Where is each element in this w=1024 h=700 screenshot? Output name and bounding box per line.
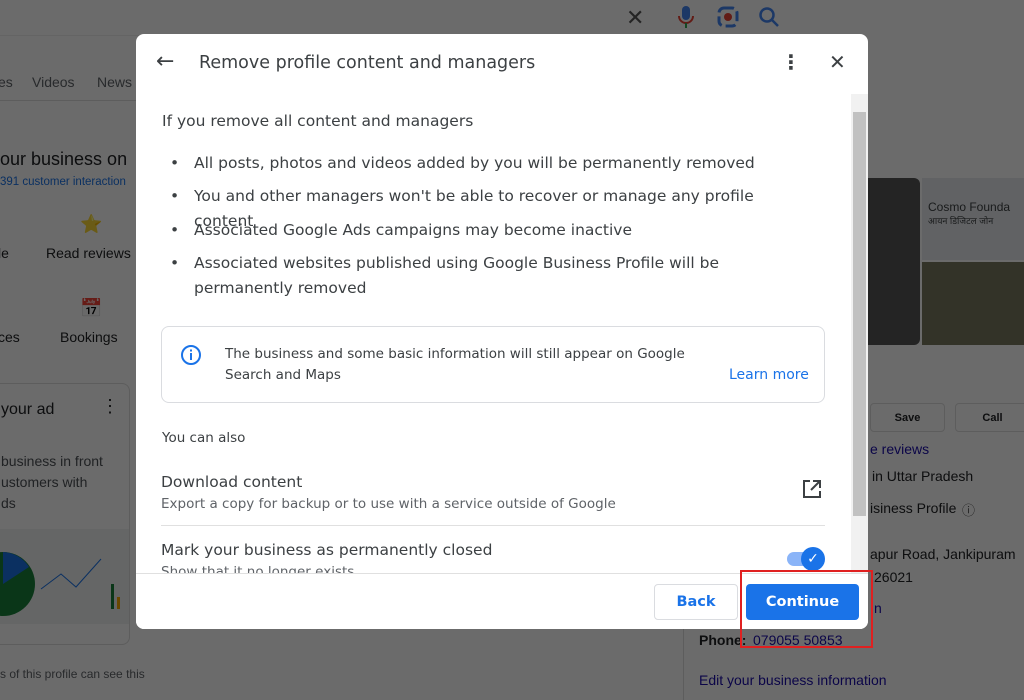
scrollbar[interactable]	[851, 94, 868, 573]
dialog-header: ← Remove profile content and managers ⋮ …	[136, 34, 868, 94]
scrollbar-thumb[interactable]	[853, 112, 866, 516]
region-text: in Uttar Pradesh	[872, 468, 974, 484]
hours-dropdown[interactable]: n	[874, 600, 882, 616]
bullet-item: All posts, photos and videos added by yo…	[170, 151, 810, 176]
call-button[interactable]: Call	[955, 403, 1024, 432]
phone-label: Phone:	[699, 632, 747, 648]
tab-news[interactable]: News	[97, 74, 132, 90]
download-content-row[interactable]: Download content Export a copy for backu…	[161, 466, 825, 526]
mic-icon[interactable]	[678, 6, 694, 30]
permanently-closed-toggle[interactable]: ✓	[787, 547, 825, 571]
ad-card: your ad ⋮ business in front ustomers wit…	[0, 383, 130, 645]
info-box: The business and some basic information …	[161, 326, 825, 403]
back-arrow-icon[interactable]: ←	[156, 49, 174, 74]
info-icon	[181, 345, 201, 365]
dialog-title: Remove profile content and managers	[199, 53, 536, 73]
review-star-icon: ⭐	[80, 214, 103, 234]
back-button[interactable]: Back	[654, 584, 738, 620]
learn-more-link[interactable]: Learn more	[729, 367, 809, 383]
ad-card-text: ds	[1, 495, 16, 511]
lens-icon[interactable]	[717, 6, 739, 28]
download-desc: Export a copy for backup or to use with …	[161, 496, 616, 512]
bullet-item: Associated websites published using Goog…	[170, 251, 810, 301]
edit-business-link[interactable]: Edit your business information	[699, 672, 887, 688]
ad-card-text: business in front	[1, 453, 103, 469]
map-label: Cosmo Founda	[928, 200, 1011, 214]
bullet-item: Associated Google Ads campaigns may beco…	[170, 218, 810, 243]
section-title: If you remove all content and managers	[162, 112, 474, 130]
more-options-icon[interactable]: ⋮	[781, 50, 801, 74]
clear-icon[interactable]: ✕	[626, 5, 644, 31]
interactions-link[interactable]: 391 customer interaction	[0, 176, 126, 188]
download-title: Download content	[161, 473, 303, 491]
more-icon[interactable]: ⋮	[101, 396, 119, 417]
phone-link[interactable]: 079055 50853	[753, 632, 843, 648]
business-heading: our business on	[0, 149, 128, 169]
action-profile[interactable]: le	[0, 245, 9, 261]
action-bookings[interactable]: Bookings	[60, 329, 118, 345]
you-can-also-title: You can also	[162, 430, 246, 446]
dialog-body: If you remove all content and managers A…	[136, 94, 868, 573]
dialog-footer: Back Continue	[136, 573, 868, 629]
remove-profile-dialog: ← Remove profile content and managers ⋮ …	[136, 34, 868, 629]
ad-card-title: your ad	[1, 401, 55, 418]
visibility-note: s of this profile can see this	[0, 667, 145, 681]
map-label-hi: आयन डिजिटल जोन	[928, 216, 994, 226]
info-icon[interactable]: ⓘ	[962, 500, 975, 519]
reviews-link[interactable]: e reviews	[870, 441, 929, 457]
search-icon[interactable]	[758, 6, 780, 28]
close-icon[interactable]: ✕	[829, 50, 846, 74]
address-text: apur Road, Jankipuram	[870, 546, 1016, 562]
continue-button[interactable]: Continue	[746, 584, 859, 620]
tab-videos[interactable]: Videos	[32, 74, 75, 90]
action-read-reviews[interactable]: Read reviews	[46, 245, 131, 261]
open-external-icon[interactable]	[801, 478, 823, 500]
address-text: 26021	[874, 569, 913, 585]
profile-text: isiness Profile	[870, 500, 957, 516]
business-photo[interactable]	[922, 262, 1024, 345]
map-thumbnail[interactable]: Cosmo Founda आयन डिजिटल जोन	[922, 178, 1024, 260]
calendar-icon: 📅	[80, 298, 103, 318]
ad-card-text: ustomers with	[1, 474, 88, 490]
closed-desc: Show that it no longer exists	[161, 564, 355, 573]
check-icon: ✓	[801, 547, 825, 571]
action-services[interactable]: ces	[0, 329, 20, 345]
tab-images[interactable]: es	[0, 74, 13, 90]
save-button[interactable]: Save	[870, 403, 945, 432]
permanently-closed-row[interactable]: Mark your business as permanently closed…	[161, 534, 825, 573]
info-text: The business and some basic information …	[225, 346, 685, 383]
closed-title: Mark your business as permanently closed	[161, 541, 493, 559]
ads-illustration	[0, 529, 129, 624]
